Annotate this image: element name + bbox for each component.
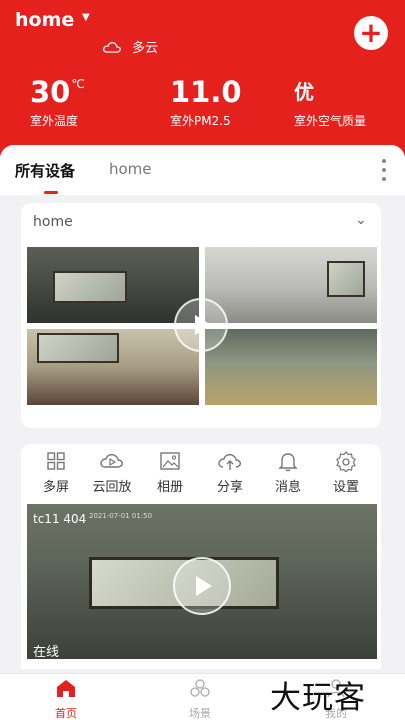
action-label: 设置 <box>332 480 359 495</box>
cloud-upload-icon <box>218 453 241 470</box>
camera-actions: 多屏 云回放 相册 分享 消息 设置 <box>21 450 381 500</box>
action-album[interactable]: 相册 <box>141 450 199 495</box>
action-label: 云回放 <box>92 480 132 495</box>
weather: 多云 <box>102 37 158 56</box>
nav-label: 首页 <box>55 707 77 720</box>
play-icon <box>195 315 211 335</box>
camera-thumbnail[interactable] <box>27 329 199 405</box>
camera-name: tc11 404 <box>33 512 87 526</box>
grid-icon <box>47 452 65 470</box>
play-button[interactable] <box>174 298 228 352</box>
action-cloud-playback[interactable]: 云回放 <box>83 450 141 495</box>
home-selector[interactable]: home <box>15 9 74 31</box>
action-messages[interactable]: 消息 <box>259 450 317 495</box>
tab-bar: 所有设备 home <box>0 145 405 195</box>
nav-label: 场景 <box>189 707 211 720</box>
add-device-button[interactable]: + <box>354 16 388 50</box>
temperature-value: 30 <box>30 75 71 109</box>
camera-thumbnail[interactable] <box>205 329 377 405</box>
stat-outdoor-pm25: 11.0 室外PM2.5 <box>170 74 242 129</box>
camera-status: 在线 <box>33 645 60 660</box>
watermark-logo: 大玩客 <box>270 680 366 716</box>
pm25-value: 11.0 <box>170 75 242 109</box>
pm25-label: 室外PM2.5 <box>170 114 231 128</box>
action-multiscreen[interactable]: 多屏 <box>27 450 85 495</box>
bell-icon <box>278 453 298 472</box>
group-title[interactable]: home <box>33 214 73 230</box>
camera-card: 多屏 云回放 相册 分享 消息 设置 tc11 404 2021-07-01 0… <box>21 444 381 669</box>
camera-thumbnail[interactable] <box>27 247 199 323</box>
gear-icon <box>336 451 356 472</box>
active-tab-indicator <box>44 191 58 194</box>
air-quality-label: 室外空气质量 <box>294 114 367 128</box>
nav-scene[interactable]: 场景 <box>170 678 230 720</box>
action-label: 相册 <box>156 480 183 495</box>
stat-air-quality: 优 室外空气质量 <box>294 74 366 129</box>
stat-outdoor-temperature: 30℃ 室外温度 <box>30 74 85 129</box>
home-icon <box>57 680 75 697</box>
cloud-icon <box>102 41 121 53</box>
weather-text: 多云 <box>132 41 159 56</box>
temperature-unit: ℃ <box>71 77 85 91</box>
air-quality-value: 优 <box>294 80 314 104</box>
play-button[interactable] <box>173 557 231 615</box>
camera-timestamp: 2021-07-01 01:50 <box>89 512 153 520</box>
tab-all-devices[interactable]: 所有设备 <box>15 160 75 181</box>
camera-live-view[interactable]: tc11 404 2021-07-01 01:50 在线 <box>27 504 377 660</box>
plus-icon: + <box>359 16 383 49</box>
action-label: 多屏 <box>42 480 69 495</box>
main-content: 所有设备 home home ⌄ 多屏 云回放 相册 分享 消息 设置 tc11… <box>0 145 405 673</box>
action-label: 消息 <box>274 480 301 495</box>
nav-home[interactable]: 首页 <box>36 678 96 720</box>
image-icon <box>160 452 180 470</box>
action-share[interactable]: 分享 <box>201 450 259 495</box>
temperature-label: 室外温度 <box>30 114 79 128</box>
chevron-down-icon[interactable]: ▼ <box>82 12 90 23</box>
action-settings[interactable]: 设置 <box>317 450 375 495</box>
scene-icon <box>190 679 210 697</box>
action-label: 分享 <box>216 480 243 495</box>
camera-thumbnail[interactable] <box>205 247 377 323</box>
more-vertical-icon[interactable] <box>380 159 388 181</box>
chevron-down-icon[interactable]: ⌄ <box>355 212 367 228</box>
tab-home[interactable]: home <box>109 160 152 178</box>
home-group-card: home ⌄ <box>21 203 381 428</box>
header: home ▼ 多云 + 30℃ 室外温度 11.0 室外PM2.5 优 室外空气… <box>0 0 405 165</box>
cloud-play-icon <box>100 453 123 468</box>
play-icon <box>196 576 212 596</box>
